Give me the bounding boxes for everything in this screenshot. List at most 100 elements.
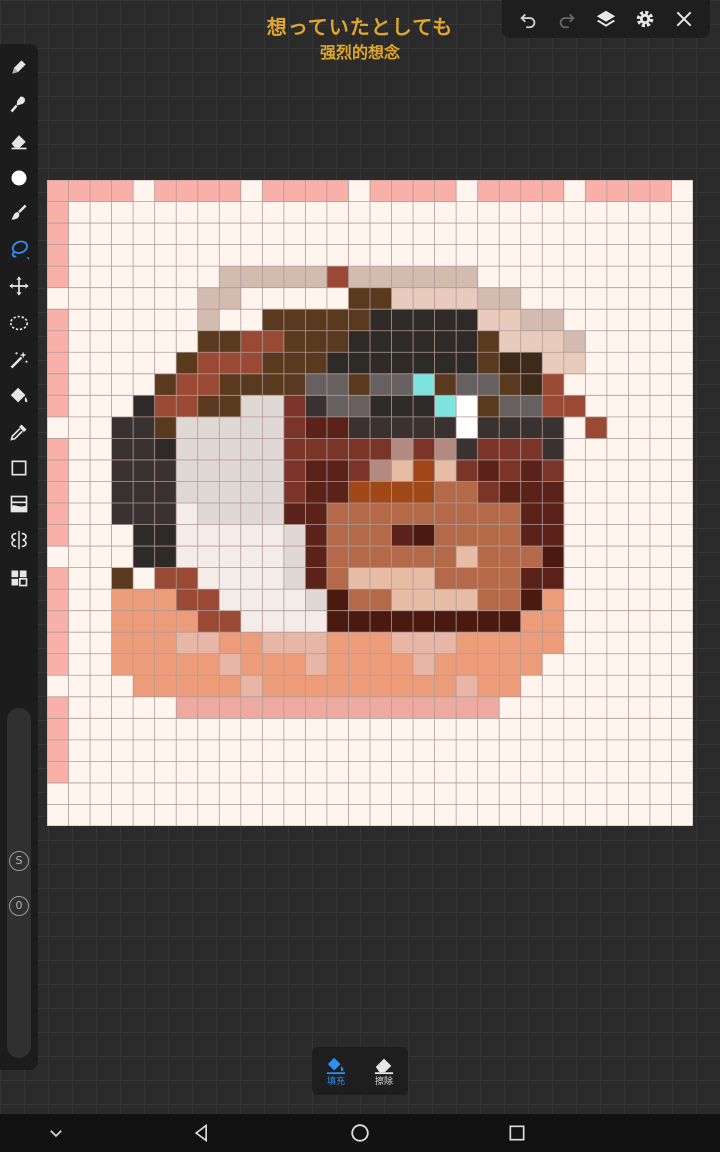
close-button[interactable] (670, 5, 698, 33)
pixel (262, 653, 285, 676)
pixel (413, 438, 435, 461)
pixel (413, 352, 435, 375)
pixel (391, 546, 414, 568)
magic-wand-tool[interactable] (5, 346, 33, 374)
pixel (154, 546, 177, 568)
pixel (47, 244, 69, 267)
pixel (111, 503, 134, 525)
pixel (219, 266, 242, 288)
pixel (434, 503, 457, 525)
redo-button[interactable] (553, 5, 581, 33)
brush-tool[interactable] (5, 90, 33, 118)
pixel (197, 180, 220, 202)
pixel-canvas[interactable] (47, 180, 693, 826)
pixel (456, 481, 478, 504)
pixel (413, 373, 435, 396)
pixel (197, 524, 220, 547)
pixel (305, 330, 328, 353)
pixel (370, 481, 392, 504)
layers-button[interactable] (592, 5, 620, 33)
grid-tool[interactable] (5, 564, 33, 592)
pixel (176, 524, 199, 547)
pixel (520, 481, 543, 504)
smudge-tool[interactable] (5, 199, 33, 227)
pixel (262, 330, 285, 353)
pixel (326, 373, 349, 396)
pixel (240, 352, 263, 375)
symmetry-tool[interactable] (5, 526, 33, 554)
lasso-icon (11, 240, 30, 261)
eyedropper-tool[interactable] (5, 418, 33, 446)
gradient-tool[interactable] (5, 490, 33, 518)
pixel (370, 373, 392, 396)
pixel (434, 481, 457, 504)
gradient-icon (10, 495, 28, 513)
pixel (176, 180, 199, 202)
pixel (133, 438, 155, 461)
pixel (499, 675, 522, 698)
pixel (348, 287, 371, 310)
hide-nav-button[interactable] (42, 1119, 70, 1147)
size-badge[interactable]: S (9, 851, 29, 871)
pixel (520, 352, 543, 375)
settings-button[interactable] (631, 5, 659, 33)
fill-tool[interactable] (5, 382, 33, 410)
pixel (47, 524, 69, 547)
pixel (219, 696, 242, 719)
undo-button[interactable] (514, 5, 542, 33)
pixel (219, 589, 242, 611)
gear-icon (636, 10, 654, 28)
pixel (499, 395, 522, 418)
pixel (176, 589, 199, 611)
home-button[interactable] (346, 1119, 374, 1147)
pixel (326, 416, 349, 439)
eraser-icon (374, 1058, 394, 1074)
pixel (563, 395, 586, 418)
pixel (585, 180, 608, 202)
redo-icon (559, 13, 575, 29)
pencil-tool[interactable] (5, 53, 33, 81)
selection-tool[interactable] (5, 309, 33, 337)
rectangle-tool[interactable] (5, 454, 33, 482)
color-tool[interactable] (5, 164, 33, 192)
pixel (348, 632, 371, 655)
lasso-fill-tool[interactable] (5, 236, 33, 264)
pixel (499, 180, 522, 202)
pixel (47, 266, 69, 288)
pixel (413, 459, 435, 482)
pixel (283, 610, 306, 633)
pixel (391, 610, 414, 633)
move-tool[interactable] (5, 272, 33, 300)
pixel (283, 459, 306, 482)
pixel (456, 610, 478, 633)
pixel-art[interactable] (47, 180, 693, 826)
opacity-badge[interactable]: 0 (9, 896, 29, 916)
pixel (154, 653, 177, 676)
back-button[interactable] (188, 1119, 216, 1147)
pixel (326, 524, 349, 547)
left-toolbar: S 0 (0, 44, 38, 1070)
eraser-tool[interactable] (5, 127, 33, 155)
pixel (219, 395, 242, 418)
pixel (434, 675, 457, 698)
pixel (434, 546, 457, 568)
pixel (133, 524, 155, 547)
pixel (111, 459, 134, 482)
pixel (305, 395, 328, 418)
pixel (326, 459, 349, 482)
pixel (176, 546, 199, 568)
recents-button[interactable] (503, 1119, 531, 1147)
size-opacity-slider[interactable] (7, 708, 31, 1058)
pixel (348, 373, 371, 396)
pixel (391, 481, 414, 504)
pixel (283, 481, 306, 504)
pixel (370, 503, 392, 525)
pixel (370, 589, 392, 611)
pixel (456, 503, 478, 525)
erase-mode-button[interactable]: 擦除 (360, 1047, 408, 1095)
pixel (219, 180, 242, 202)
pixel (348, 589, 371, 611)
fill-mode-button[interactable]: 填充 (312, 1047, 360, 1095)
pixel (456, 589, 478, 611)
pixel (219, 632, 242, 655)
